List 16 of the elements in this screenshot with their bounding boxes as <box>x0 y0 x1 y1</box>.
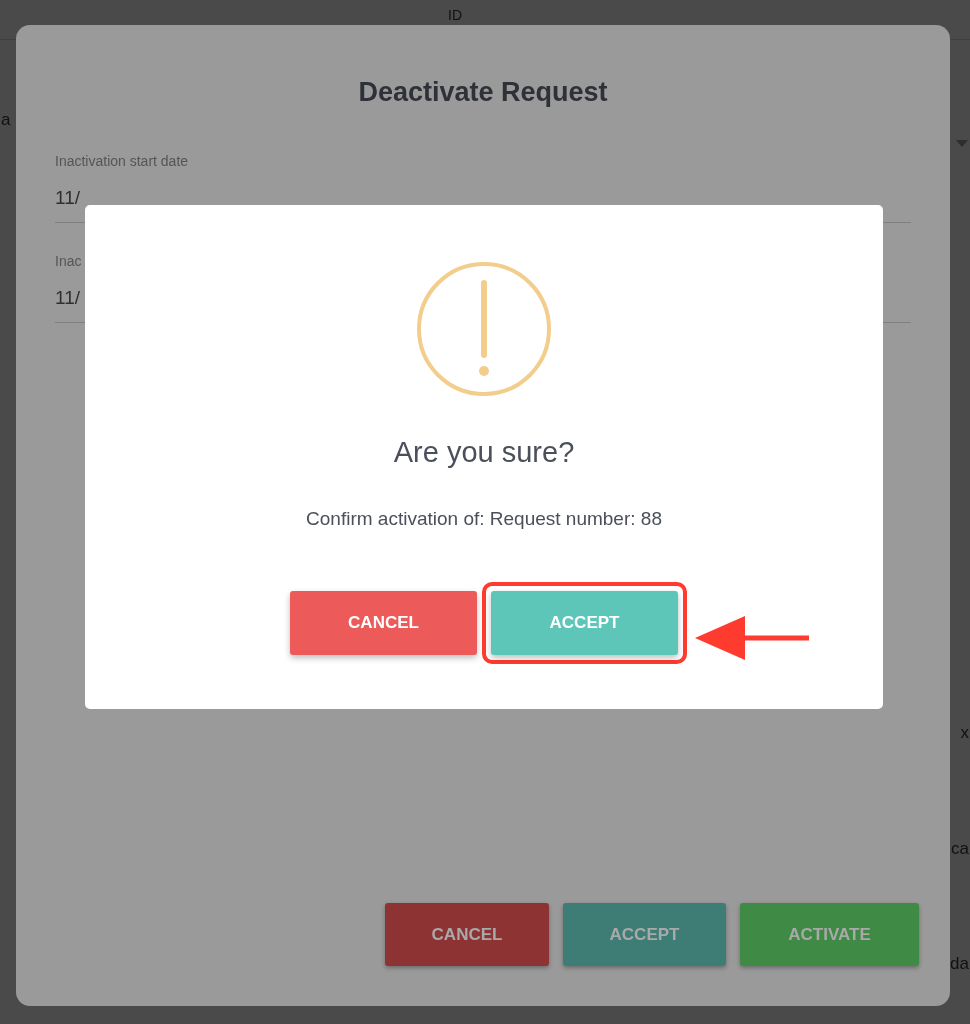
accept-button[interactable]: ACCEPT <box>563 903 726 966</box>
arrow-icon <box>695 616 809 660</box>
warning-icon <box>416 261 552 397</box>
table-cell-text: x <box>960 722 969 744</box>
cancel-button[interactable]: CANCEL <box>385 903 549 966</box>
column-header: ID <box>448 8 462 22</box>
table-cell-text: a <box>1 109 11 132</box>
activate-button[interactable]: ACTIVATE <box>740 903 919 966</box>
table-cell-text: ca <box>951 837 969 860</box>
confirm-message: Confirm activation of: Request number: 88 <box>306 506 662 531</box>
dialog-title: Deactivate Request <box>357 76 609 109</box>
cancel-button[interactable]: CANCEL <box>290 591 477 655</box>
dropdown-caret-icon <box>956 140 968 147</box>
accept-button[interactable]: ACCEPT <box>491 591 678 655</box>
table-cell-text: da <box>950 953 969 975</box>
confirm-title: Are you sure? <box>393 435 575 470</box>
